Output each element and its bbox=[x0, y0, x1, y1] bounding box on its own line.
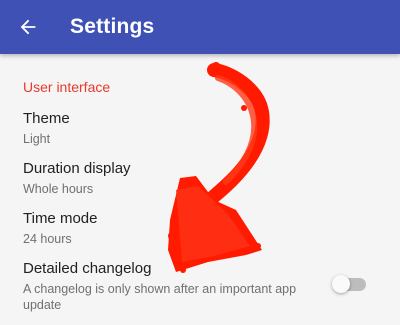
page-title: Settings bbox=[70, 15, 155, 38]
switch-thumb bbox=[332, 275, 350, 293]
arrow-back-icon bbox=[20, 19, 36, 35]
pref-duration-display-title: Duration display bbox=[23, 160, 131, 177]
pref-duration-display[interactable]: Duration display Whole hours bbox=[0, 160, 400, 204]
settings-list: User interface Theme Light Duration disp… bbox=[0, 54, 400, 325]
pref-detailed-changelog-title: Detailed changelog bbox=[23, 260, 152, 277]
back-button[interactable] bbox=[8, 7, 48, 47]
pref-time-mode[interactable]: Time mode 24 hours bbox=[0, 210, 400, 254]
detailed-changelog-switch[interactable] bbox=[332, 275, 366, 293]
pref-time-mode-summary: 24 hours bbox=[23, 232, 72, 246]
pref-detailed-changelog[interactable]: Detailed changelog A changelog is only s… bbox=[0, 260, 400, 320]
app-bar: Settings bbox=[0, 0, 400, 54]
pref-theme[interactable]: Theme Light bbox=[0, 110, 400, 154]
section-header-user-interface: User interface bbox=[23, 79, 111, 95]
pref-duration-display-summary: Whole hours bbox=[23, 182, 94, 196]
pref-time-mode-title: Time mode bbox=[23, 210, 98, 227]
pref-theme-summary: Light bbox=[23, 132, 51, 146]
pref-detailed-changelog-summary: A changelog is only shown after an impor… bbox=[23, 282, 297, 312]
pref-theme-title: Theme bbox=[23, 110, 70, 127]
